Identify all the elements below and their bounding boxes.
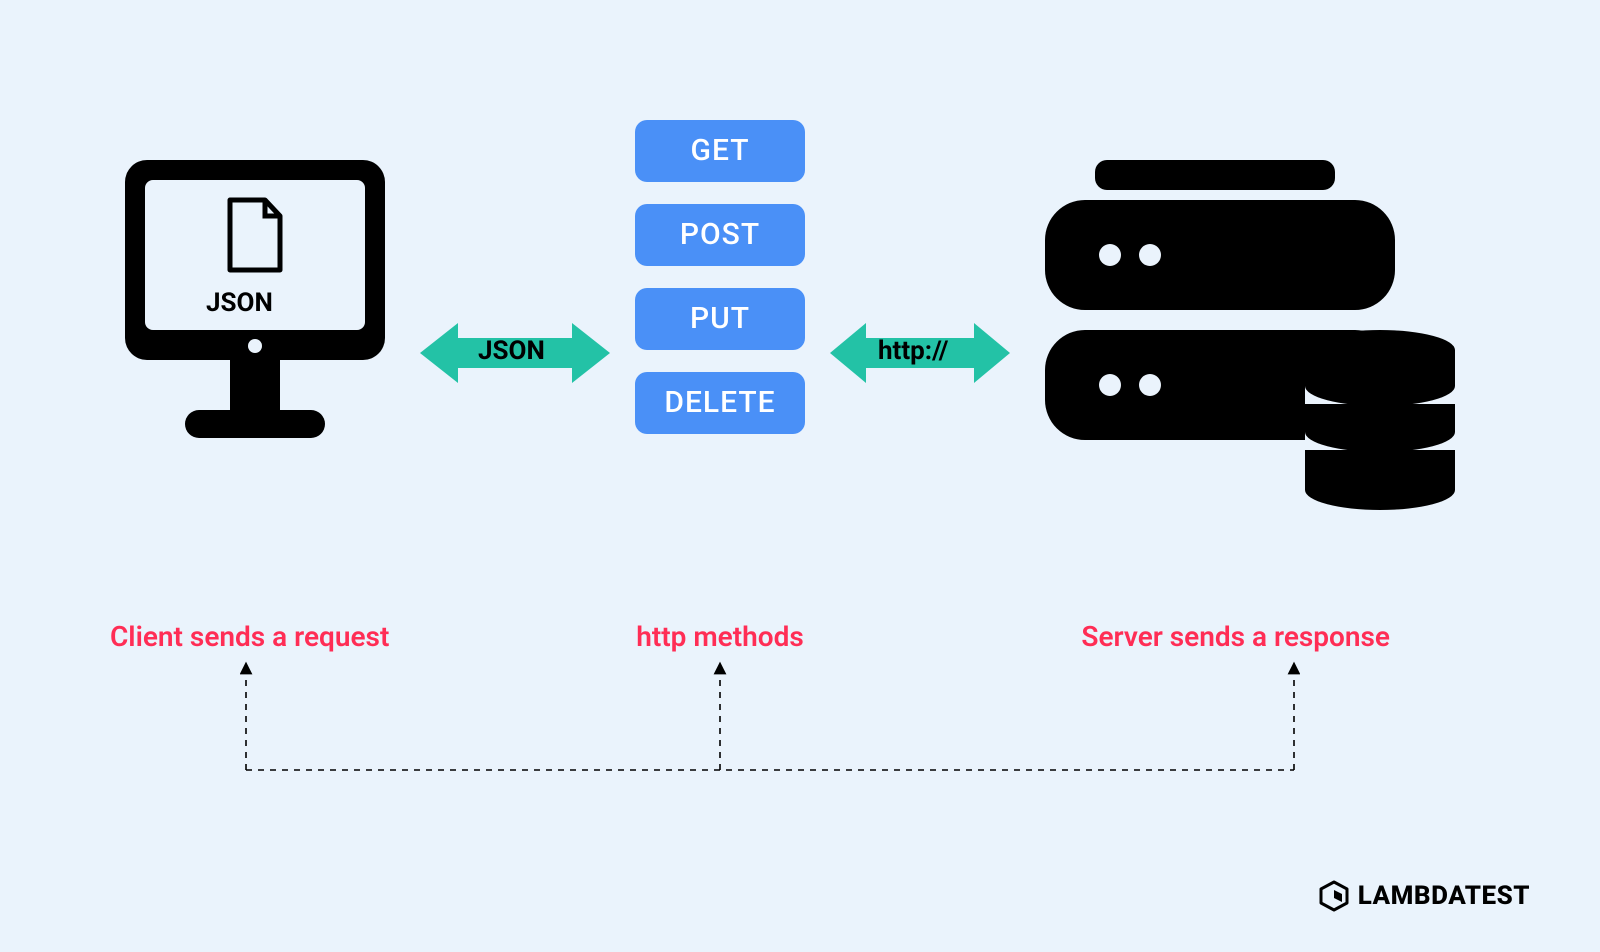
brand-name: LAMBDATEST (1358, 881, 1530, 911)
client-caption: Client sends a request (110, 620, 430, 653)
http-method: GET (635, 120, 805, 182)
client-node: JSON (110, 150, 400, 474)
arrow-http: http:// (830, 318, 1010, 388)
server-icon (1035, 160, 1465, 530)
connector-lines (240, 660, 1300, 780)
diagram-canvas: JSON JSON GET POST PUT DELETE http:// (0, 0, 1600, 952)
arrow-json: JSON (420, 318, 610, 388)
arrow-http-label: http:// (878, 336, 948, 366)
http-method: PUT (635, 288, 805, 350)
server-caption: Server sends a response (950, 620, 1390, 653)
methods-caption: http methods (610, 620, 830, 653)
lambdatest-icon (1318, 880, 1350, 912)
server-node (1010, 160, 1490, 534)
json-file-label: JSON (206, 288, 273, 318)
http-method: DELETE (635, 372, 805, 434)
http-methods-node: GET POST PUT DELETE (620, 120, 820, 456)
http-method: POST (635, 204, 805, 266)
brand-logo: LAMBDATEST (1318, 880, 1530, 912)
arrow-json-label: JSON (478, 336, 545, 366)
